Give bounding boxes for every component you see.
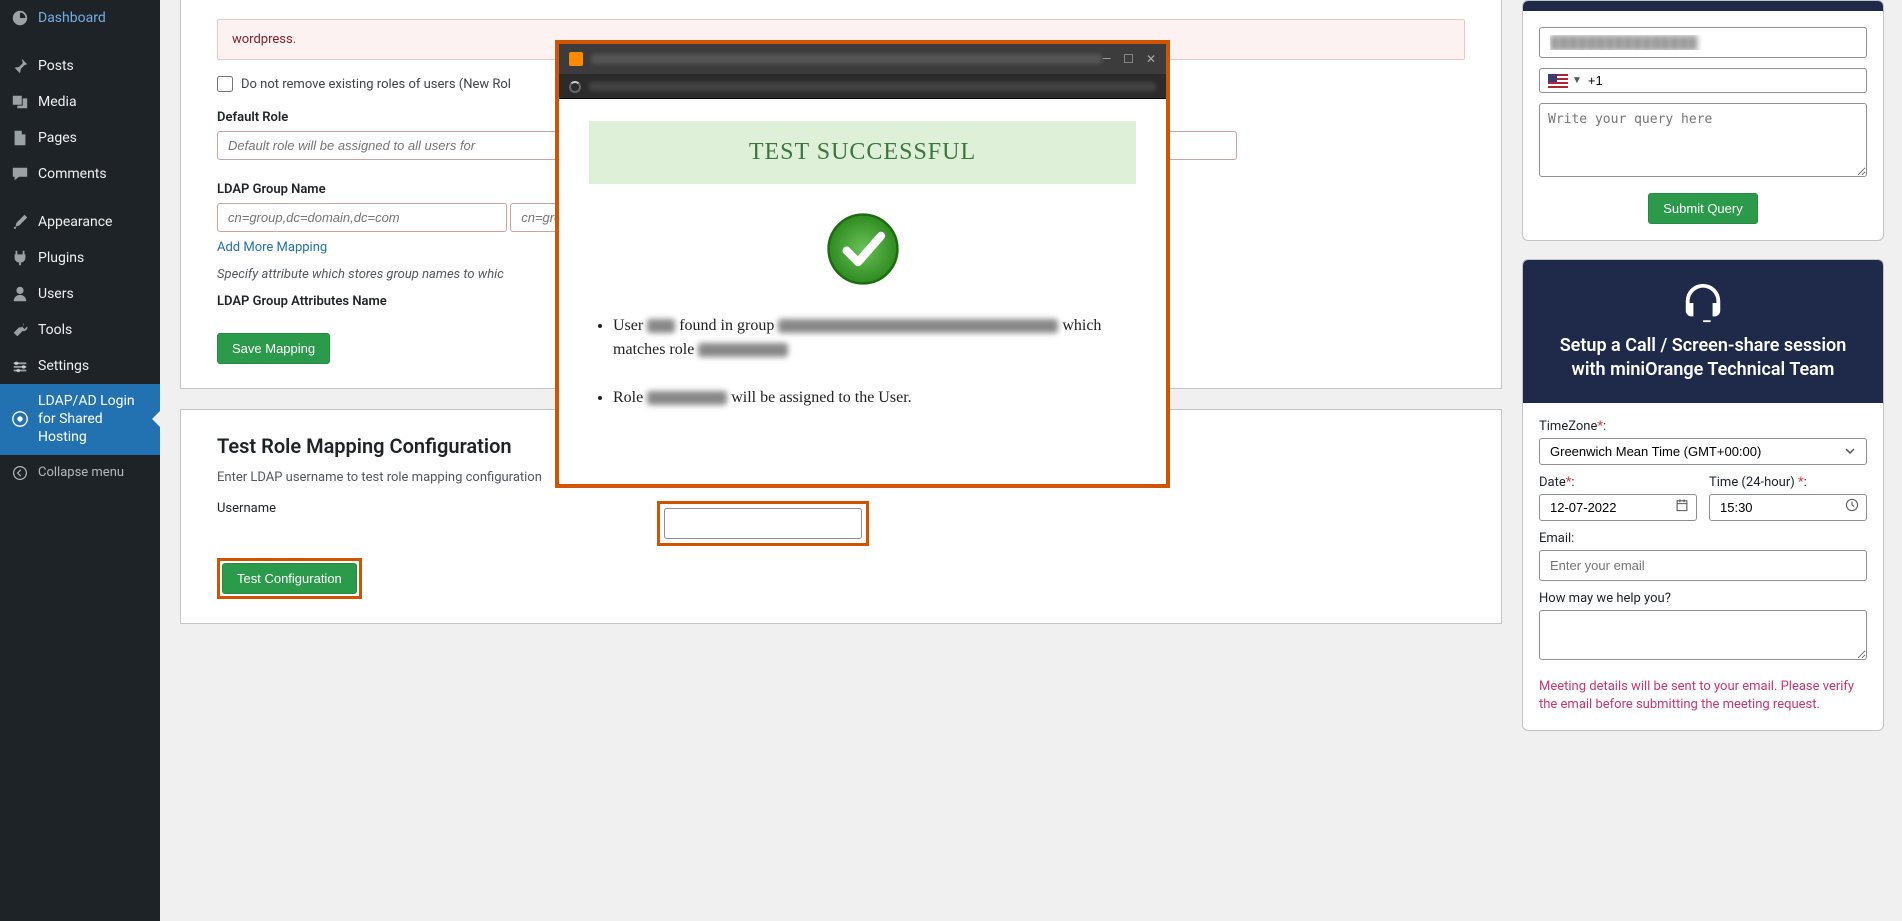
pin-icon [10,56,30,76]
sidebar-item-label: Plugins [38,250,84,266]
save-mapping-button[interactable]: Save Mapping [217,333,330,364]
username-input[interactable] [664,508,862,539]
setup-call-card: Setup a Call / Screen-share session with… [1522,259,1884,731]
query-card: ▼ Submit Query [1522,0,1884,241]
sidebar-item-ldap[interactable]: LDAP/AD Login for Shared Hosting [0,384,160,455]
phone-input-row[interactable]: ▼ [1539,68,1867,93]
flag-icon [1548,74,1568,88]
meeting-note: Meeting details will be sent to your ema… [1539,678,1867,714]
close-icon[interactable]: ✕ [1146,52,1156,66]
sidebar-item-dashboard[interactable]: Dashboard [0,0,160,36]
setup-title: Setup a Call / Screen-share session with… [1541,334,1865,383]
sidebar-item-label: Appearance [38,214,112,230]
window-controls[interactable]: ― ☐ ✕ [1102,52,1156,66]
sidebar-item-label: Posts [38,58,74,74]
date-input[interactable] [1539,494,1697,521]
help-label: How may we help you? [1539,591,1867,606]
date-label: Date*: [1539,475,1697,490]
minimize-icon[interactable]: ― [1102,52,1111,66]
calendar-icon[interactable] [1675,498,1689,516]
timezone-label: TimeZone*: [1539,419,1867,434]
clock-icon[interactable] [1845,498,1859,516]
result-message-1: User xx found in group xxxxxxxxxxxxxxxxx… [613,314,1136,362]
timezone-select[interactable]: Greenwich Mean Time (GMT+00:00) [1539,438,1867,465]
plug-icon [10,248,30,268]
users-icon [10,284,30,304]
sidebar-item-label: Dashboard [38,10,106,26]
comments-icon [10,164,30,184]
tools-icon [10,320,30,340]
ldap-icon [10,409,30,429]
sidebar-item-pages[interactable]: Pages [0,120,160,156]
ldap-group-input-1[interactable] [217,203,507,232]
remove-roles-checkbox[interactable] [217,76,233,92]
dashboard-icon [10,8,30,28]
success-banner: TEST SUCCESSFUL [589,121,1136,184]
username-input-highlight [657,501,869,546]
sidebar-item-posts[interactable]: Posts [0,48,160,84]
sidebar-item-label: Comments [38,166,107,182]
time-label: Time (24-hour) *: [1709,475,1867,490]
sidebar-item-plugins[interactable]: Plugins [0,240,160,276]
username-label: Username [217,501,617,516]
sidebar-item-label: Pages [38,130,77,146]
success-check-icon [822,208,904,290]
query-card-header [1523,1,1883,11]
sidebar-item-label: Settings [38,358,89,374]
right-rail: ▼ Submit Query Setup a Call / Screen-sha… [1522,0,1902,921]
help-textarea[interactable] [1539,610,1867,660]
test-config-highlight: Test Configuration [217,558,362,599]
brush-icon [10,212,30,232]
add-mapping-link[interactable]: Add More Mapping [217,240,327,255]
result-message-2: Role xxxxxx will be assigned to the User… [613,386,1136,410]
chevron-down-icon[interactable]: ▼ [1572,75,1582,86]
result-message-list: User xx found in group xxxxxxxxxxxxxxxxx… [589,314,1136,410]
sidebar-item-label: LDAP/AD Login for Shared Hosting [38,392,152,447]
time-input[interactable] [1709,494,1867,521]
sidebar-item-tools[interactable]: Tools [0,312,160,348]
sidebar-item-comments[interactable]: Comments [0,156,160,192]
admin-sidebar: Dashboard Posts Media Pages Comments App… [0,0,160,921]
sidebar-item-settings[interactable]: Settings [0,348,160,384]
sidebar-item-users[interactable]: Users [0,276,160,312]
test-result-modal: ― ☐ ✕ TEST SUCCESSFUL User xx found in g… [555,40,1170,488]
collapse-icon [10,463,30,483]
sidebar-item-media[interactable]: Media [0,84,160,120]
tab-favicon [569,52,583,66]
contact-email-input[interactable] [1539,27,1867,58]
query-textarea[interactable] [1539,103,1867,177]
phone-input[interactable] [1588,73,1858,88]
maximize-icon[interactable]: ☐ [1123,52,1134,66]
test-configuration-button[interactable]: Test Configuration [222,563,357,594]
submit-query-button[interactable]: Submit Query [1648,193,1757,224]
loading-spinner-icon [569,81,581,93]
warning-text: wordpress. [232,32,296,47]
modal-browser-chrome: ― ☐ ✕ [559,44,1166,99]
sidebar-item-label: Tools [38,322,72,338]
sidebar-item-label: Users [38,286,74,302]
collapse-menu-button[interactable]: Collapse menu [0,455,160,491]
address-bar-blurred [589,82,1156,91]
tab-title-blurred [591,54,1102,64]
media-icon [10,92,30,112]
checkbox-label: Do not remove existing roles of users (N… [241,77,511,92]
sidebar-item-label: Media [38,94,77,110]
settings-icon [10,356,30,376]
collapse-label: Collapse menu [38,465,124,480]
setup-call-header: Setup a Call / Screen-share session with… [1523,260,1883,403]
email-label: Email: [1539,531,1867,546]
pages-icon [10,128,30,148]
meeting-email-input[interactable] [1539,550,1867,581]
sidebar-item-appearance[interactable]: Appearance [0,204,160,240]
headset-icon [1680,280,1726,326]
